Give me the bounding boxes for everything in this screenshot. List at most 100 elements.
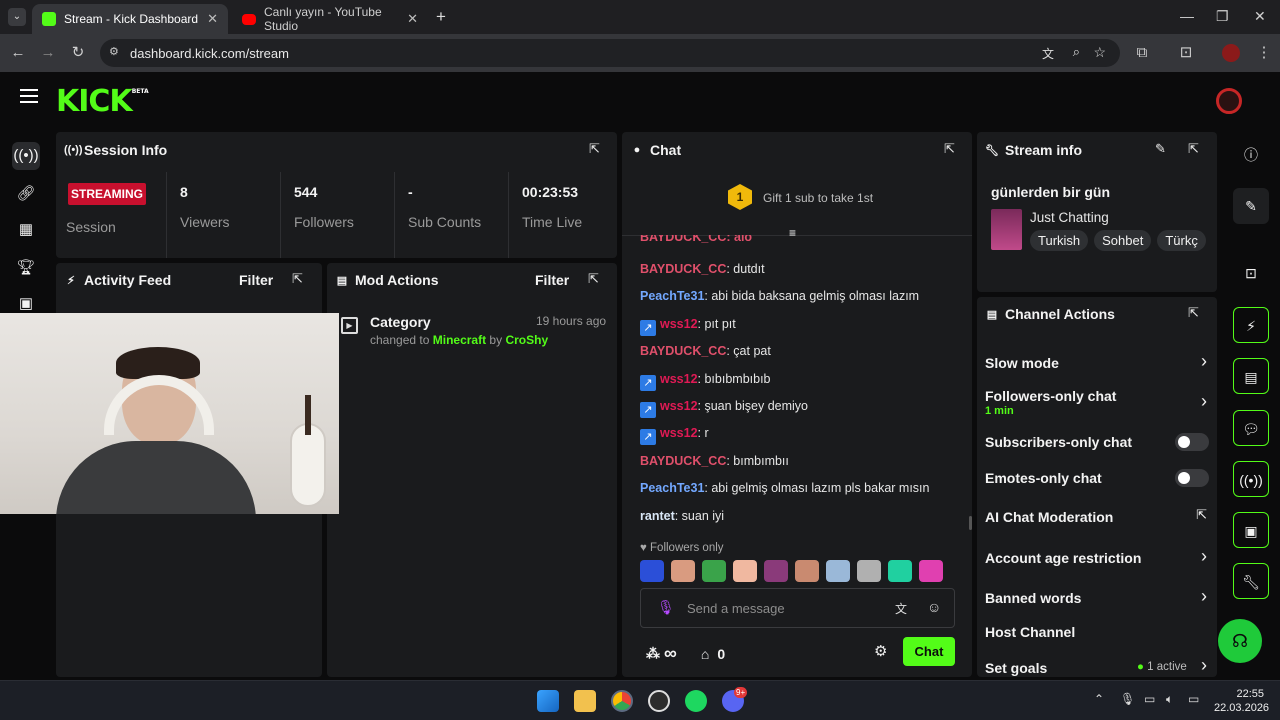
tab-kick-dashboard[interactable]: Stream - Kick Dashboard ✕ bbox=[32, 4, 228, 34]
bookmark-star-icon[interactable]: ☆ bbox=[1093, 44, 1106, 61]
emote-icon[interactable] bbox=[702, 560, 726, 582]
action-banned-words[interactable]: Banned words bbox=[985, 590, 1081, 606]
video-settings-icon[interactable]: ▣ bbox=[1233, 512, 1269, 548]
kick-logo[interactable]: KICKBETA bbox=[56, 84, 149, 119]
stream-live-icon[interactable]: ((•)) bbox=[12, 142, 40, 170]
minimize-icon[interactable]: — bbox=[1180, 8, 1194, 24]
chrome-icon[interactable] bbox=[611, 690, 633, 712]
subscribers-only-toggle[interactable] bbox=[1175, 433, 1209, 451]
profile-avatar[interactable] bbox=[1222, 44, 1240, 62]
chat-username[interactable]: PeachTe31 bbox=[640, 289, 704, 303]
user-avatar[interactable] bbox=[1216, 88, 1242, 114]
volume-icon[interactable]: 🔈︎ bbox=[1166, 692, 1173, 707]
chat-username[interactable]: PeachTe31 bbox=[640, 481, 704, 495]
chat-scrollbar[interactable] bbox=[969, 516, 972, 530]
chat-input[interactable]: 🎙︎ Send a message 文 ☺ bbox=[640, 588, 955, 628]
chat-settings-icon[interactable]: ⚙ bbox=[874, 642, 887, 660]
popout-icon[interactable]: ⇱ bbox=[944, 141, 955, 157]
send-chat-button[interactable]: Chat bbox=[903, 637, 955, 666]
hamburger-menu-icon[interactable] bbox=[20, 89, 38, 103]
screenshot-icon[interactable]: ⊡ bbox=[1233, 255, 1269, 291]
new-tab-button[interactable]: + bbox=[436, 7, 446, 27]
browser-menu-icon[interactable]: ⋮ bbox=[1254, 43, 1274, 63]
emoji-icon[interactable]: ☺ bbox=[927, 599, 941, 615]
network-icon[interactable]: ▭ bbox=[1144, 692, 1155, 706]
support-headset-icon[interactable]: ☊ bbox=[1218, 619, 1262, 663]
file-explorer-icon[interactable] bbox=[574, 690, 596, 712]
popout-icon[interactable]: ⇱ bbox=[1188, 141, 1199, 157]
chat-username[interactable]: wss12 bbox=[660, 399, 698, 413]
edit-icon[interactable]: ✎ bbox=[1155, 141, 1166, 157]
windows-start-icon[interactable] bbox=[537, 690, 559, 712]
maximize-icon[interactable]: ❐ bbox=[1216, 8, 1229, 25]
chat-username[interactable]: wss12 bbox=[660, 372, 698, 386]
tab-youtube-studio[interactable]: Canlı yayın - YouTube Studio ✕ bbox=[232, 4, 428, 34]
close-tab-icon[interactable]: ✕ bbox=[407, 11, 418, 27]
back-icon[interactable]: ← bbox=[8, 43, 28, 63]
action-followers-only[interactable]: Followers-only chat bbox=[985, 388, 1116, 404]
close-tab-icon[interactable]: ✕ bbox=[207, 11, 218, 27]
chevron-right-icon[interactable]: › bbox=[1201, 586, 1207, 607]
gift-sub-text[interactable]: Gift 1 sub to take 1st bbox=[763, 191, 873, 205]
moderator-link[interactable]: CroShy bbox=[505, 333, 548, 347]
popout-icon[interactable]: ⇱ bbox=[1188, 305, 1199, 321]
site-info-icon[interactable]: ⚙ bbox=[109, 45, 119, 58]
chat-username[interactable]: wss12 bbox=[660, 426, 698, 440]
chat-username[interactable]: BAYDUCK_CC bbox=[640, 344, 726, 358]
chevron-right-icon[interactable]: › bbox=[1201, 546, 1207, 567]
translate-icon[interactable]: 文 bbox=[895, 600, 907, 617]
category-link[interactable]: Minecraft bbox=[433, 333, 486, 347]
popout-icon[interactable]: ⇱ bbox=[588, 271, 599, 287]
action-slow-mode[interactable]: Slow mode bbox=[985, 355, 1059, 371]
chevron-right-icon[interactable]: › bbox=[1201, 391, 1207, 412]
action-emotes-only[interactable]: Emotes-only chat bbox=[985, 470, 1102, 486]
trophy-icon[interactable]: 🏆︎ bbox=[12, 254, 40, 282]
address-bar[interactable]: ⚙ dashboard.kick.com/stream 文 ⌕ ☆ bbox=[100, 39, 1120, 67]
chat-username[interactable]: wss12 bbox=[660, 317, 698, 331]
emote-icon[interactable] bbox=[640, 560, 664, 582]
chat-username[interactable]: BAYDUCK_CC bbox=[640, 262, 726, 276]
action-ai-moderation[interactable]: AI Chat Moderation bbox=[985, 509, 1113, 525]
link-icon[interactable]: 🔗︎ bbox=[12, 180, 40, 208]
filter-button[interactable]: Filter bbox=[239, 272, 273, 288]
obs-icon[interactable] bbox=[648, 690, 670, 712]
tab-search-icon[interactable]: ⌄ bbox=[8, 8, 26, 26]
users-icon[interactable]: ⁂ bbox=[646, 645, 660, 662]
popout-icon[interactable]: ⇱ bbox=[589, 141, 600, 157]
analytics-icon[interactable]: ▦ bbox=[12, 216, 40, 244]
zoom-icon[interactable]: ⌕ bbox=[1073, 44, 1080, 60]
action-account-age[interactable]: Account age restriction bbox=[985, 550, 1141, 566]
broadcast-icon[interactable]: ((•)) bbox=[1233, 461, 1269, 497]
action-set-goals[interactable]: Set goals bbox=[985, 660, 1047, 676]
chat-username[interactable]: rantet bbox=[640, 509, 675, 523]
tag-pill[interactable]: Sohbet bbox=[1094, 230, 1152, 251]
forward-icon[interactable]: → bbox=[38, 43, 58, 63]
action-subscribers-only[interactable]: Subscribers-only chat bbox=[985, 434, 1132, 450]
chevron-right-icon[interactable]: › bbox=[1201, 655, 1207, 676]
mod-log-icon[interactable]: ▤ bbox=[1233, 358, 1269, 394]
chat-username[interactable]: BAYDUCK_CC bbox=[640, 454, 726, 468]
category-name[interactable]: Just Chatting bbox=[1030, 210, 1109, 225]
extensions-icon[interactable]: ⧉ bbox=[1132, 43, 1152, 63]
emote-icon[interactable] bbox=[764, 560, 788, 582]
store-icon[interactable]: ⌂ bbox=[701, 646, 709, 662]
close-window-icon[interactable]: ✕ bbox=[1254, 8, 1266, 25]
edit-pencil-icon[interactable]: ✎ bbox=[1233, 188, 1269, 224]
gift-sub-coin-icon[interactable]: 1 bbox=[728, 184, 752, 210]
clock[interactable]: 22:55 22.03.2026 bbox=[1214, 687, 1269, 715]
wrench-icon[interactable]: 🔧︎ bbox=[1233, 563, 1269, 599]
filter-button[interactable]: Filter bbox=[535, 272, 569, 288]
activity-lightning-icon[interactable]: ⚡︎ bbox=[1233, 307, 1269, 343]
external-link-icon[interactable]: ⇱ bbox=[1196, 507, 1207, 523]
emote-icon[interactable] bbox=[888, 560, 912, 582]
chat-icon[interactable]: 💬︎ bbox=[1233, 410, 1269, 446]
translate-icon[interactable]: 文 bbox=[1042, 45, 1054, 62]
action-host-channel[interactable]: Host Channel bbox=[985, 624, 1075, 640]
emote-icon[interactable] bbox=[671, 560, 695, 582]
reload-icon[interactable]: ↻ bbox=[68, 43, 88, 63]
tray-chevron-icon[interactable]: ⌃ bbox=[1094, 692, 1104, 706]
battery-icon[interactable]: ▭ bbox=[1188, 692, 1199, 706]
screen-capture-icon[interactable]: ⊡ bbox=[1176, 43, 1196, 63]
emote-icon[interactable] bbox=[919, 560, 943, 582]
tag-pill[interactable]: Turkish bbox=[1030, 230, 1089, 251]
